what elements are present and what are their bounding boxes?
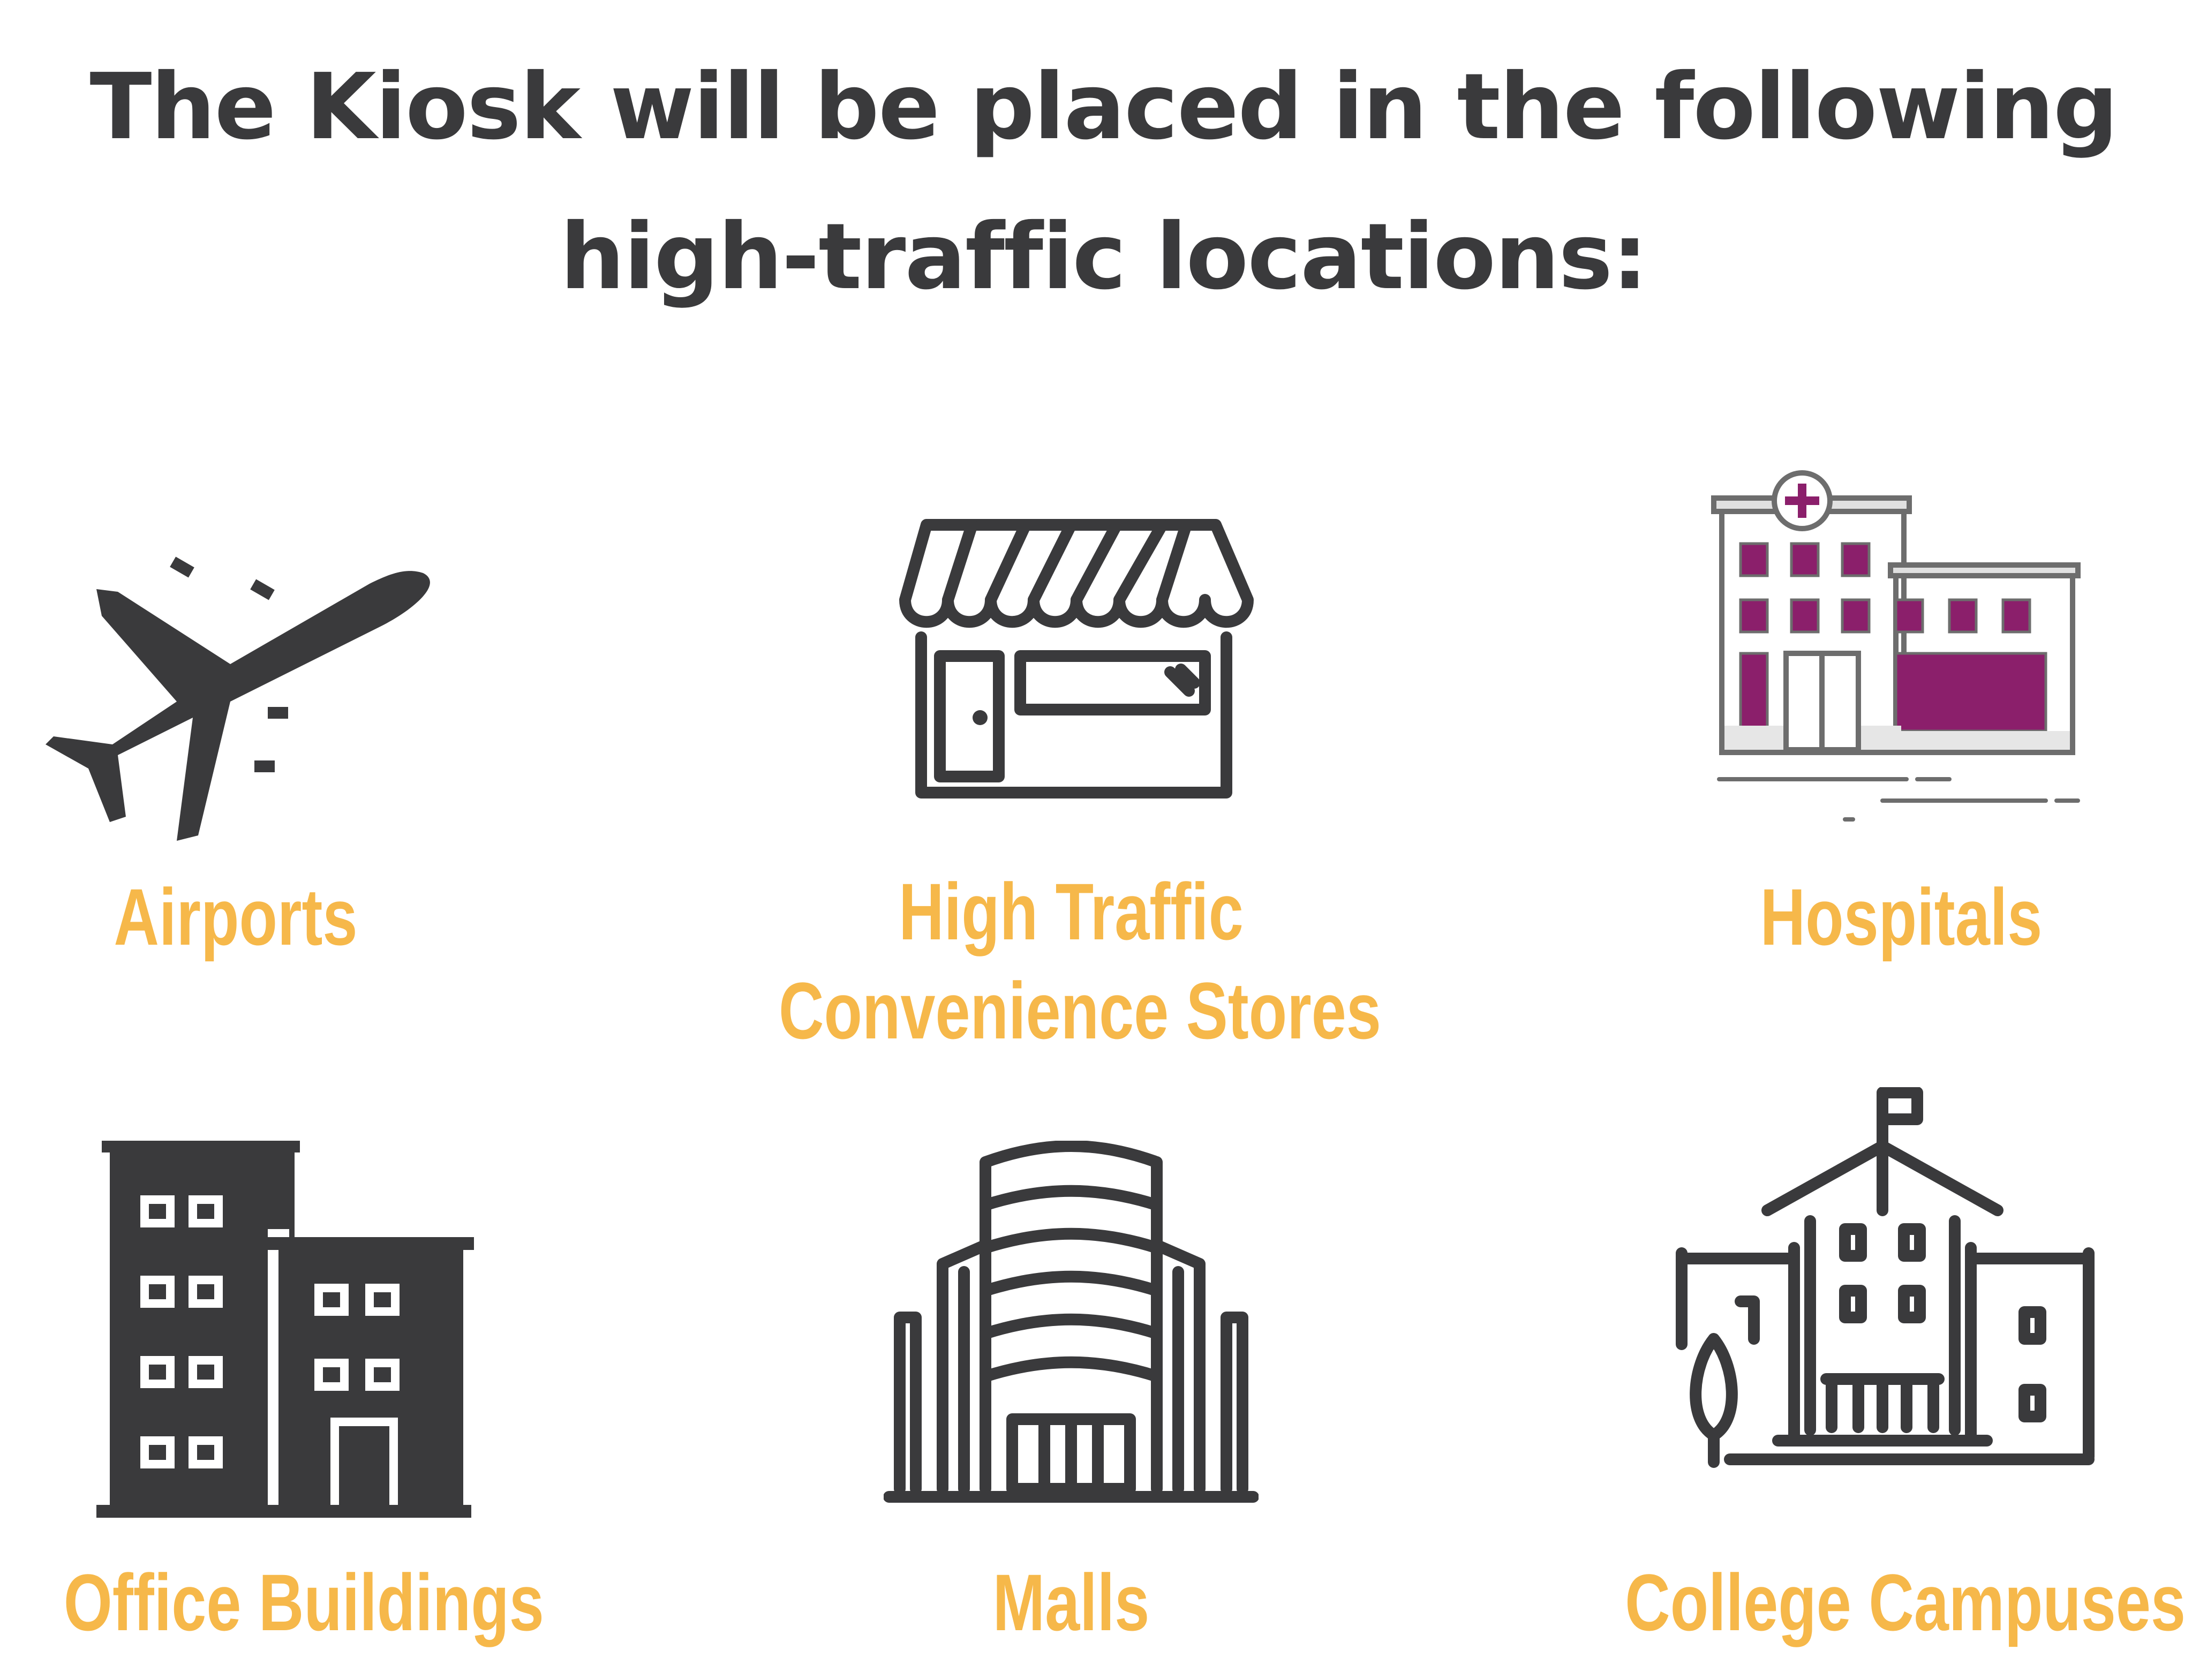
title-line-2: high-traffic locations: [560, 204, 1648, 310]
office-building-icon [96, 1135, 482, 1521]
hospital-icon [1703, 463, 2089, 838]
title-line-1: The Kiosk will be placed in the followin… [89, 54, 2119, 160]
page-title: The Kiosk will be placed in the followin… [0, 32, 2207, 332]
label-convenience-stores: High Traffic Convenience Stores [779, 862, 1381, 1060]
airplane-icon [37, 525, 434, 846]
label-airports-line-1: Airports [114, 872, 358, 962]
label-college-campuses: College Campuses [1625, 1553, 2186, 1652]
label-convenience-stores-line-1: High Traffic [899, 867, 1244, 956]
label-malls-line-1: Malls [992, 1557, 1150, 1647]
label-college-campuses-line-1: College Campuses [1625, 1557, 2186, 1647]
label-hospitals-line-1: Hospitals [1760, 872, 2043, 962]
college-campus-icon [1671, 1087, 2110, 1516]
label-office-buildings: Office Buildings [63, 1553, 544, 1652]
label-hospitals: Hospitals [1713, 868, 2089, 967]
label-malls: Malls [883, 1553, 1259, 1652]
storefront-icon [884, 514, 1259, 803]
mall-icon [884, 1141, 1259, 1516]
label-office-buildings-line-1: Office Buildings [63, 1557, 544, 1647]
label-convenience-stores-line-2: Convenience Stores [779, 966, 1381, 1056]
label-airports: Airports [52, 868, 419, 967]
